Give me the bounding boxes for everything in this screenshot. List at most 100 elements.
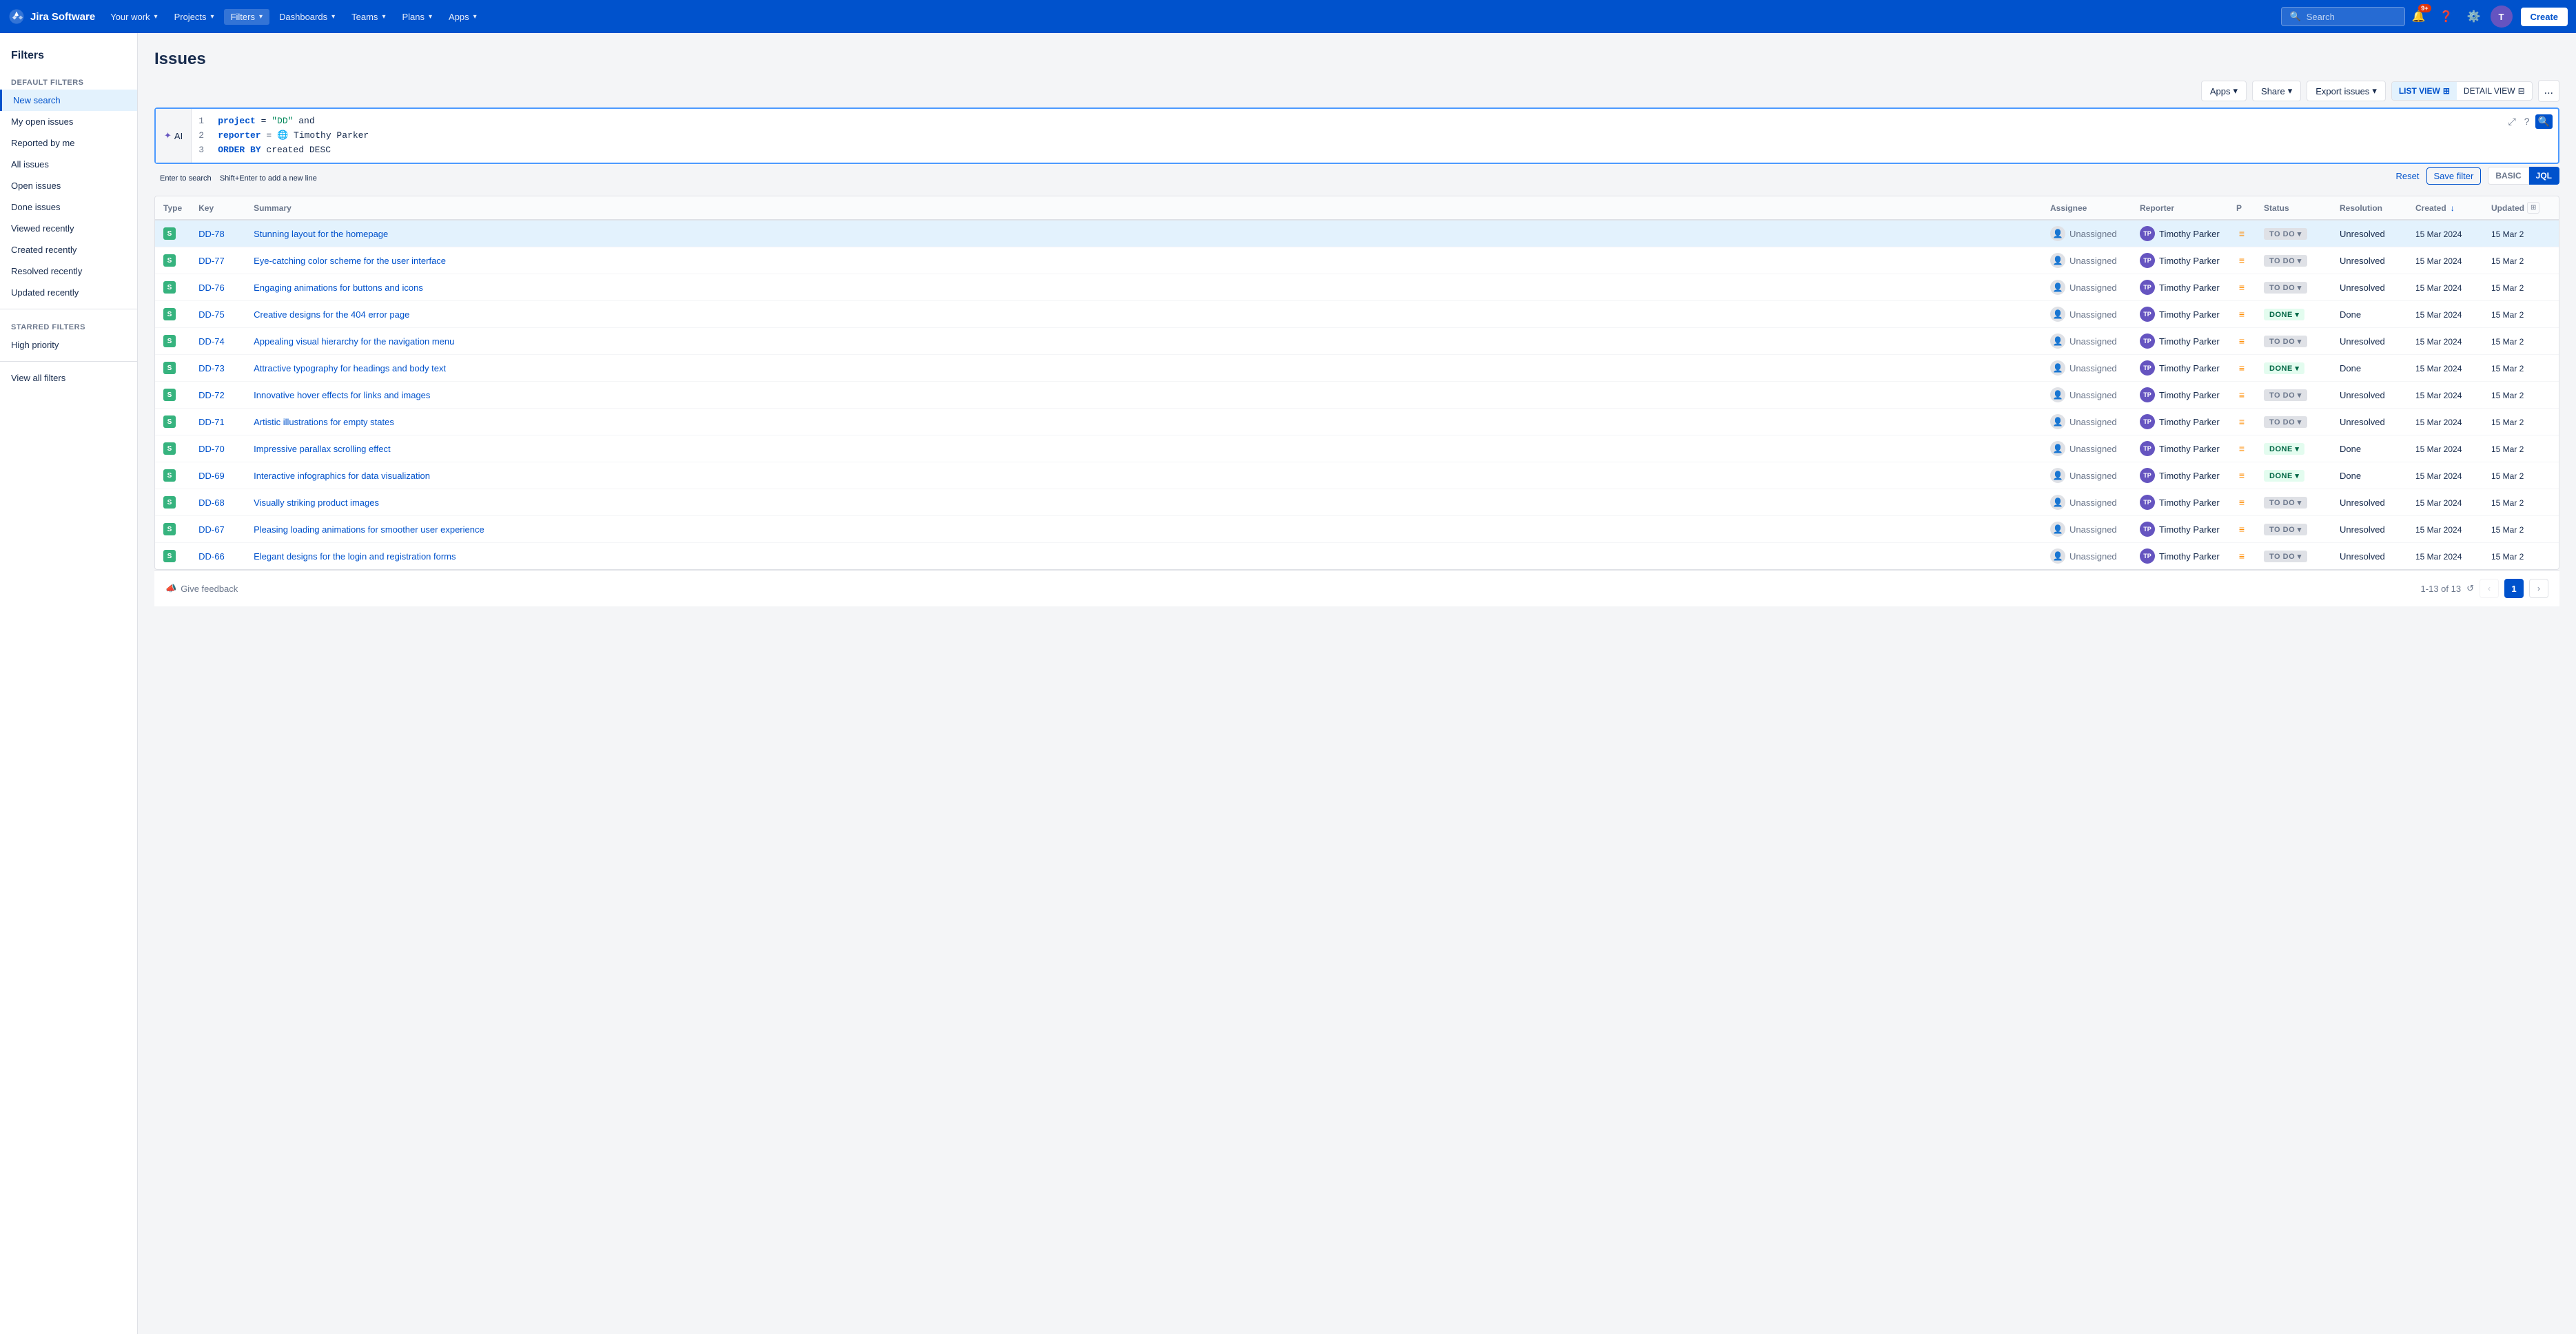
nav-teams[interactable]: Teams▾ xyxy=(345,9,392,25)
table-row[interactable]: S DD-78 Stunning layout for the homepage… xyxy=(155,220,2559,247)
issue-summary-text[interactable]: Eye-catching color scheme for the user i… xyxy=(254,256,446,266)
save-filter-button[interactable]: Save filter xyxy=(2426,167,2482,185)
refresh-button[interactable]: ↺ xyxy=(2466,583,2474,594)
jql-mode-button[interactable]: JQL xyxy=(2529,167,2559,185)
issue-summary-text[interactable]: Impressive parallax scrolling effect xyxy=(254,444,390,454)
detail-view-button[interactable]: DETAIL VIEW ⊟ xyxy=(2457,82,2532,100)
expand-query-button[interactable]: ⤢ xyxy=(2506,114,2519,129)
table-row[interactable]: S DD-69 Interactive infographics for dat… xyxy=(155,462,2559,489)
table-row[interactable]: S DD-76 Engaging animations for buttons … xyxy=(155,274,2559,301)
nav-plans[interactable]: Plans▾ xyxy=(395,9,439,25)
table-row[interactable]: S DD-68 Visually striking product images… xyxy=(155,489,2559,516)
status-badge[interactable]: TO DO ▾ xyxy=(2264,524,2307,535)
issue-summary-text[interactable]: Visually striking product images xyxy=(254,497,379,508)
share-button[interactable]: Share ▾ xyxy=(2252,81,2301,101)
issue-key-link[interactable]: DD-78 xyxy=(198,229,225,239)
issue-summary-text[interactable]: Elegant designs for the login and regist… xyxy=(254,551,456,562)
user-avatar[interactable]: T xyxy=(2491,6,2513,28)
status-badge[interactable]: TO DO ▾ xyxy=(2264,336,2307,347)
help-button[interactable]: ❓ xyxy=(2435,6,2457,28)
status-badge[interactable]: DONE ▾ xyxy=(2264,362,2304,374)
nav-your-work[interactable]: Your work▾ xyxy=(103,9,164,25)
export-issues-button[interactable]: Export issues ▾ xyxy=(2307,81,2386,101)
sidebar-item-all-issues[interactable]: All issues xyxy=(0,154,137,175)
issue-key-link[interactable]: DD-76 xyxy=(198,283,225,293)
sidebar-item-reported-by-me[interactable]: Reported by me xyxy=(0,132,137,154)
status-badge[interactable]: TO DO ▾ xyxy=(2264,551,2307,562)
table-row[interactable]: S DD-73 Attractive typography for headin… xyxy=(155,355,2559,382)
issue-summary-text[interactable]: Pleasing loading animations for smoother… xyxy=(254,524,484,535)
sidebar-item-done-issues[interactable]: Done issues xyxy=(0,196,137,218)
nav-projects[interactable]: Projects▾ xyxy=(167,9,221,25)
query-text[interactable]: 1 project = "DD" and 2 reporter = 🌐 Timo… xyxy=(192,109,2500,163)
sidebar-item-resolved-recently[interactable]: Resolved recently xyxy=(0,260,137,282)
nav-apps[interactable]: Apps▾ xyxy=(442,9,484,25)
nav-dashboards[interactable]: Dashboards▾ xyxy=(272,9,342,25)
ai-button[interactable]: ✦ AI xyxy=(156,109,192,163)
issue-summary-text[interactable]: Innovative hover effects for links and i… xyxy=(254,390,430,400)
issue-key-link[interactable]: DD-74 xyxy=(198,336,225,347)
sidebar-item-created-recently[interactable]: Created recently xyxy=(0,239,137,260)
status-badge[interactable]: TO DO ▾ xyxy=(2264,497,2307,509)
sidebar-item-open-issues[interactable]: Open issues xyxy=(0,175,137,196)
table-row[interactable]: S DD-71 Artistic illustrations for empty… xyxy=(155,409,2559,435)
notifications-button[interactable]: 🔔 9+ xyxy=(2408,6,2430,28)
prev-page-button[interactable]: ‹ xyxy=(2480,579,2499,598)
table-row[interactable]: S DD-75 Creative designs for the 404 err… xyxy=(155,301,2559,328)
settings-button[interactable]: ⚙️ xyxy=(2463,6,2485,28)
status-badge[interactable]: DONE ▾ xyxy=(2264,470,2304,482)
run-query-button[interactable]: 🔍 xyxy=(2535,114,2553,129)
sidebar-item-view-all-filters[interactable]: View all filters xyxy=(0,367,137,389)
issue-key-link[interactable]: DD-77 xyxy=(198,256,225,266)
status-badge[interactable]: TO DO ▾ xyxy=(2264,282,2307,294)
issue-key-link[interactable]: DD-66 xyxy=(198,551,225,562)
issue-summary-text[interactable]: Interactive infographics for data visual… xyxy=(254,471,430,481)
query-editor[interactable]: ✦ AI 1 project = "DD" and 2 reporter = 🌐… xyxy=(154,107,2559,164)
sidebar-item-viewed-recently[interactable]: Viewed recently xyxy=(0,218,137,239)
table-row[interactable]: S DD-70 Impressive parallax scrolling ef… xyxy=(155,435,2559,462)
issue-summary-text[interactable]: Appealing visual hierarchy for the navig… xyxy=(254,336,454,347)
status-badge[interactable]: DONE ▾ xyxy=(2264,309,2304,320)
issue-key-link[interactable]: DD-75 xyxy=(198,309,225,320)
give-feedback-button[interactable]: 📣 Give feedback xyxy=(165,583,238,594)
status-badge[interactable]: TO DO ▾ xyxy=(2264,228,2307,240)
list-view-button[interactable]: LIST VIEW ⊞ xyxy=(2392,82,2457,100)
basic-mode-button[interactable]: BASIC xyxy=(2488,167,2528,185)
reset-button[interactable]: Reset xyxy=(2391,168,2425,184)
table-row[interactable]: S DD-74 Appealing visual hierarchy for t… xyxy=(155,328,2559,355)
table-row[interactable]: S DD-77 Eye-catching color scheme for th… xyxy=(155,247,2559,274)
create-button[interactable]: Create xyxy=(2521,8,2568,26)
sidebar-item-new-search[interactable]: New search xyxy=(0,90,137,111)
apps-button[interactable]: Apps ▾ xyxy=(2201,81,2247,101)
table-row[interactable]: S DD-72 Innovative hover effects for lin… xyxy=(155,382,2559,409)
sidebar-item-high-priority[interactable]: High priority xyxy=(0,334,137,356)
table-row[interactable]: S DD-66 Elegant designs for the login an… xyxy=(155,543,2559,569)
table-row[interactable]: S DD-67 Pleasing loading animations for … xyxy=(155,516,2559,543)
status-badge[interactable]: DONE ▾ xyxy=(2264,443,2304,455)
issue-key-link[interactable]: DD-72 xyxy=(198,390,225,400)
more-options-button[interactable]: ... xyxy=(2538,80,2559,102)
issue-summary-text[interactable]: Creative designs for the 404 error page xyxy=(254,309,409,320)
issue-key-link[interactable]: DD-73 xyxy=(198,363,225,373)
column-settings-button[interactable]: ⊞ xyxy=(2527,202,2539,214)
issue-summary-text[interactable]: Stunning layout for the homepage xyxy=(254,229,388,239)
issue-key-link[interactable]: DD-68 xyxy=(198,497,225,508)
status-badge[interactable]: TO DO ▾ xyxy=(2264,416,2307,428)
app-logo[interactable]: Jira Software xyxy=(8,8,95,25)
query-help-button[interactable]: ? xyxy=(2522,114,2533,128)
issue-key-link[interactable]: DD-67 xyxy=(198,524,225,535)
search-box[interactable]: 🔍 Search xyxy=(2281,7,2405,26)
issue-summary-text[interactable]: Attractive typography for headings and b… xyxy=(254,363,446,373)
sidebar-item-my-open-issues[interactable]: My open issues xyxy=(0,111,137,132)
col-header-created[interactable]: Created ↓ xyxy=(2407,196,2483,220)
status-badge[interactable]: TO DO ▾ xyxy=(2264,255,2307,267)
next-page-button[interactable]: › xyxy=(2529,579,2548,598)
issue-summary-text[interactable]: Artistic illustrations for empty states xyxy=(254,417,394,427)
nav-filters[interactable]: Filters▾ xyxy=(224,9,269,25)
issue-key-link[interactable]: DD-71 xyxy=(198,417,225,427)
sidebar-item-updated-recently[interactable]: Updated recently xyxy=(0,282,137,303)
issue-key-link[interactable]: DD-69 xyxy=(198,471,225,481)
issue-summary-text[interactable]: Engaging animations for buttons and icon… xyxy=(254,283,423,293)
issue-key-link[interactable]: DD-70 xyxy=(198,444,225,454)
status-badge[interactable]: TO DO ▾ xyxy=(2264,389,2307,401)
